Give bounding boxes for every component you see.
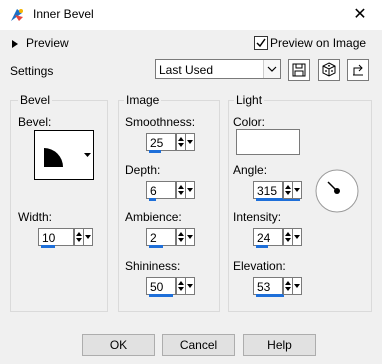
- width-dropdown[interactable]: [83, 228, 93, 246]
- chevron-down-icon: [84, 153, 91, 157]
- smoothness-value: 25: [150, 136, 164, 150]
- bevel-group-label: Bevel: [18, 93, 53, 107]
- ambience-field[interactable]: 2: [146, 228, 202, 248]
- expand-triangle-icon: [12, 39, 18, 48]
- elevation-field[interactable]: 53: [253, 277, 309, 297]
- bevel-shape-dropdown[interactable]: [82, 130, 94, 180]
- window-title: Inner Bevel: [33, 7, 94, 21]
- angle-field[interactable]: 315: [253, 181, 309, 201]
- cancel-button[interactable]: Cancel: [162, 334, 235, 356]
- intensity-dropdown[interactable]: [292, 228, 302, 246]
- dice-icon: [322, 62, 336, 77]
- preview-on-image-label: Preview on Image: [270, 36, 367, 50]
- intensity-field[interactable]: 24: [253, 228, 309, 248]
- app-icon: [9, 7, 25, 23]
- save-icon: [292, 63, 306, 77]
- image-group-label: Image: [124, 93, 162, 107]
- intensity-level-bar: [256, 245, 268, 248]
- elevation-dropdown[interactable]: [292, 277, 302, 295]
- reset-icon: [353, 64, 363, 76]
- close-icon[interactable]: ✕: [350, 5, 370, 25]
- intensity-label: Intensity:: [233, 210, 282, 224]
- depth-dropdown[interactable]: [185, 181, 195, 199]
- intensity-value: 24: [257, 231, 271, 245]
- ambience-dropdown[interactable]: [185, 228, 195, 246]
- elevation-value: 53: [257, 280, 271, 294]
- preset-value: Last Used: [159, 63, 214, 77]
- bevel-label: Bevel:: [18, 115, 52, 129]
- settings-label: Settings: [10, 64, 54, 78]
- color-label: Color:: [233, 115, 266, 129]
- shininess-label: Shininess:: [125, 259, 181, 273]
- randomize-button[interactable]: [318, 59, 340, 81]
- reset-button[interactable]: [347, 59, 369, 81]
- width-level-bar: [41, 245, 55, 248]
- ambience-value: 2: [150, 231, 157, 245]
- smoothness-dropdown[interactable]: [185, 133, 195, 151]
- help-button[interactable]: Help: [243, 334, 316, 356]
- preview-label: Preview: [26, 36, 69, 50]
- depth-value: 6: [150, 184, 157, 198]
- smoothness-level-bar: [149, 150, 161, 153]
- shininess-field[interactable]: 50: [146, 277, 202, 297]
- light-color-swatch[interactable]: [236, 129, 300, 155]
- angle-label: Angle:: [233, 163, 268, 177]
- elevation-level-bar: [256, 294, 284, 297]
- save-preset-button[interactable]: [288, 59, 310, 81]
- ambience-label: Ambience:: [125, 210, 182, 224]
- angle-dropdown[interactable]: [292, 181, 302, 199]
- light-group-label: Light: [234, 93, 265, 107]
- preview-on-image-checkbox[interactable]: [254, 36, 268, 50]
- preset-dropdown[interactable]: Last Used: [155, 59, 281, 79]
- angle-dial-icon: [315, 169, 359, 213]
- angle-dial[interactable]: [314, 168, 360, 214]
- depth-label: Depth:: [125, 163, 161, 177]
- ok-button[interactable]: OK: [82, 334, 155, 356]
- ambience-level-bar: [149, 245, 163, 248]
- shininess-value: 50: [150, 280, 164, 294]
- angle-value: 315: [257, 184, 278, 198]
- width-value: 10: [42, 231, 56, 245]
- preview-toggle[interactable]: Preview: [12, 36, 69, 50]
- bevel-shape-icon: [44, 148, 63, 167]
- elevation-label: Elevation:: [233, 259, 286, 273]
- smoothness-field[interactable]: 25: [146, 133, 202, 153]
- depth-field[interactable]: 6: [146, 181, 202, 201]
- chevron-down-icon: [263, 60, 280, 78]
- width-field[interactable]: 10: [38, 228, 94, 248]
- smoothness-label: Smoothness:: [125, 115, 196, 129]
- depth-level-bar: [149, 198, 156, 201]
- bevel-shape-preview[interactable]: [34, 130, 84, 180]
- width-label: Width:: [18, 210, 53, 224]
- shininess-level-bar: [149, 294, 173, 297]
- shininess-dropdown[interactable]: [185, 277, 195, 295]
